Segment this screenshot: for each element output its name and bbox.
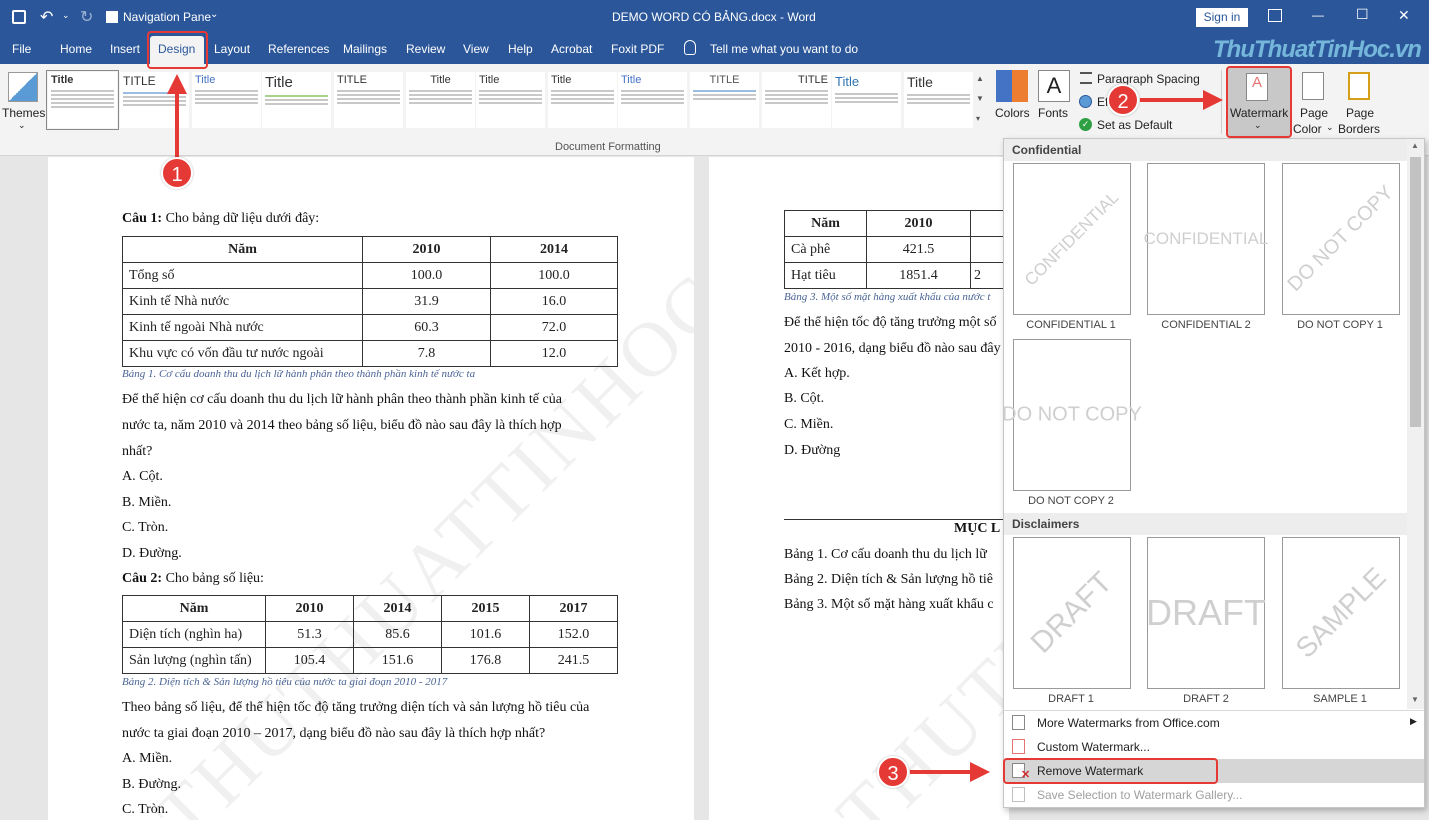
step-marker-3: 3 <box>877 756 909 788</box>
step-marker-2: 2 <box>1107 84 1139 116</box>
annotation-arrows <box>167 74 1223 782</box>
step-marker-1: 1 <box>161 157 193 189</box>
